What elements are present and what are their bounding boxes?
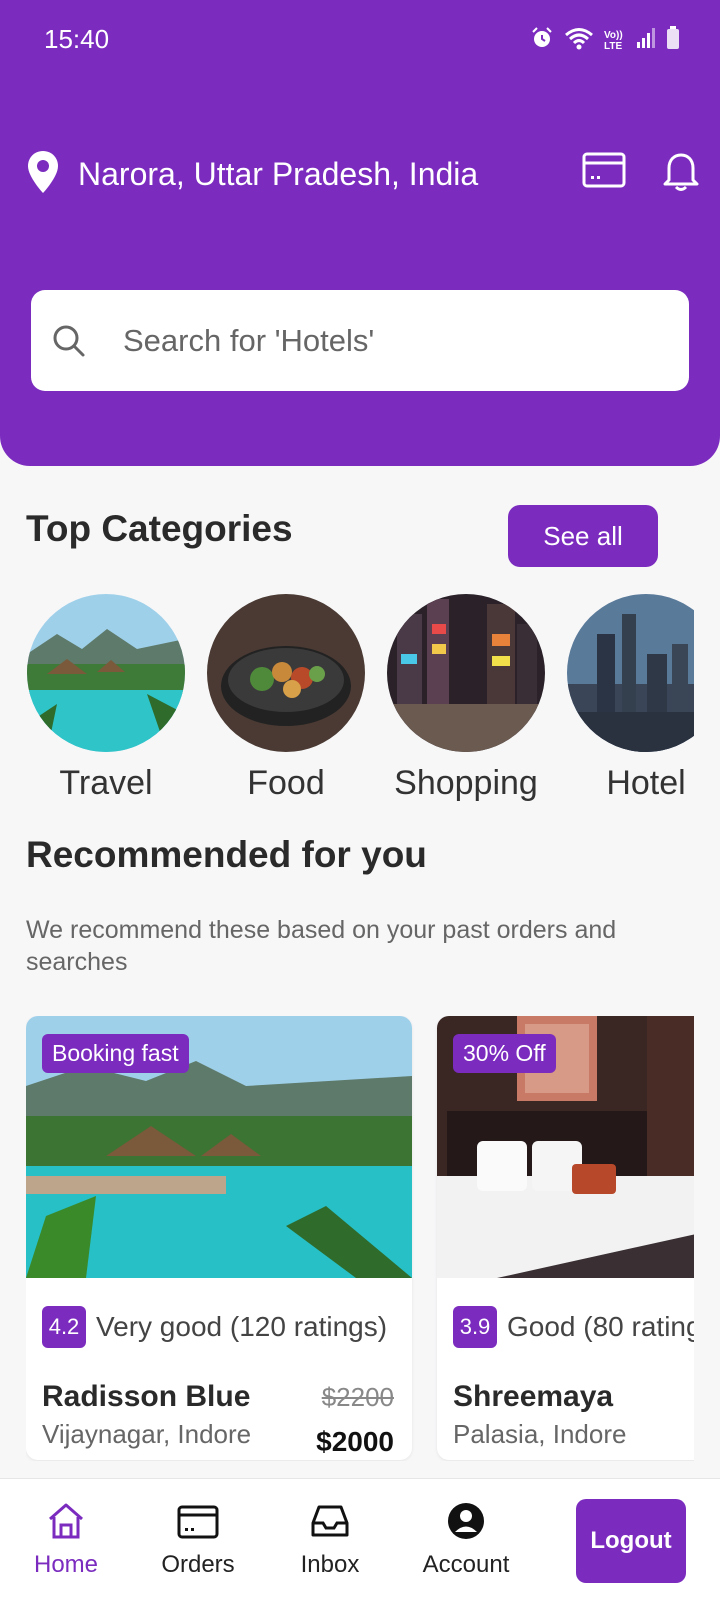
category-label: Shopping <box>394 764 538 802</box>
nav-label: Home <box>33 1551 99 1578</box>
battery-icon <box>666 26 680 55</box>
recommended-list: Booking fast 4.2 Very good (120 ratings)… <box>26 1016 694 1461</box>
search-bar[interactable] <box>31 290 689 391</box>
nav-inbox[interactable]: Inbox <box>270 1501 390 1579</box>
hotel-card[interactable]: 30% Off 3.9 Good (80 ratings) Shreemaya … <box>437 1016 694 1460</box>
rating-text: Very good (120 ratings) <box>96 1311 388 1342</box>
category-image <box>387 594 545 752</box>
category-label: Hotel <box>606 764 686 802</box>
category-food[interactable]: Food <box>206 594 366 803</box>
nav-account[interactable]: Account <box>406 1501 526 1579</box>
category-label: Food <box>247 764 325 802</box>
hotel-badge: Booking fast <box>42 1034 189 1073</box>
card-icon <box>138 1501 258 1541</box>
hotel-name: Shreemaya <box>453 1380 614 1413</box>
nav-label: Orders <box>161 1551 235 1578</box>
category-image <box>27 594 185 752</box>
rating-score: 4.2 <box>42 1306 86 1348</box>
hotel-card[interactable]: Booking fast 4.2 Very good (120 ratings)… <box>26 1016 412 1460</box>
recommended-title: Recommended for you <box>26 834 427 875</box>
status-time: 15:40 <box>44 24 110 54</box>
price: $2000 <box>316 1426 394 1457</box>
category-hotel[interactable]: Hotel <box>566 594 694 803</box>
category-image <box>567 594 694 752</box>
category-list: Travel Food Shopping Hotel <box>26 594 694 814</box>
rating-text: Good (80 ratings) <box>507 1311 694 1342</box>
search-input[interactable] <box>123 322 663 359</box>
alarm-icon <box>530 26 554 55</box>
nav-label: Account <box>422 1551 510 1578</box>
category-shopping[interactable]: Shopping <box>386 594 546 803</box>
hotel-name: Radisson Blue <box>42 1380 251 1413</box>
card-icon[interactable] <box>582 152 626 188</box>
rating-score: 3.9 <box>453 1306 497 1348</box>
location-pin-icon <box>26 150 60 199</box>
wifi-icon <box>564 26 594 55</box>
logout-button[interactable]: Logout <box>576 1499 686 1583</box>
hotel-location: Palasia, Indore <box>453 1419 627 1449</box>
hotel-image: Booking fast <box>26 1016 412 1278</box>
status-icons: Vo)) LTE <box>530 26 680 55</box>
home-icon <box>6 1501 126 1541</box>
top-categories-title: Top Categories <box>26 508 293 549</box>
bell-icon[interactable] <box>662 150 700 192</box>
see-all-button[interactable]: See all <box>508 505 658 567</box>
old-price: $2200 <box>321 1382 394 1412</box>
header: 15:40 Vo)) LTE Narora, Uttar Pradesh, In… <box>0 0 720 466</box>
account-icon <box>406 1501 526 1541</box>
location-text: Narora, Uttar Pradesh, India <box>78 156 479 192</box>
signal-icon <box>636 27 656 54</box>
hotel-location: Vijaynagar, Indore <box>42 1419 252 1449</box>
volte-icon: Vo)) LTE <box>604 29 623 52</box>
rating-row: 4.2 Very good (120 ratings) <box>42 1306 387 1348</box>
nav-label: Inbox <box>300 1551 360 1578</box>
hotel-image: 30% Off <box>437 1016 694 1278</box>
recommended-subtitle: We recommend these based on your past or… <box>26 916 617 976</box>
category-label: Travel <box>59 764 153 802</box>
rating-row: 3.9 Good (80 ratings) <box>453 1306 694 1348</box>
location-selector[interactable]: Narora, Uttar Pradesh, India <box>26 150 478 199</box>
nav-orders[interactable]: Orders <box>138 1501 258 1579</box>
search-icon <box>51 323 87 359</box>
category-travel[interactable]: Travel <box>26 594 186 803</box>
bottom-nav: Home Orders Inbox Account Logout <box>0 1478 720 1600</box>
category-image <box>207 594 365 752</box>
hotel-badge: 30% Off <box>453 1034 556 1073</box>
nav-home[interactable]: Home <box>6 1501 126 1579</box>
inbox-icon <box>270 1501 390 1541</box>
